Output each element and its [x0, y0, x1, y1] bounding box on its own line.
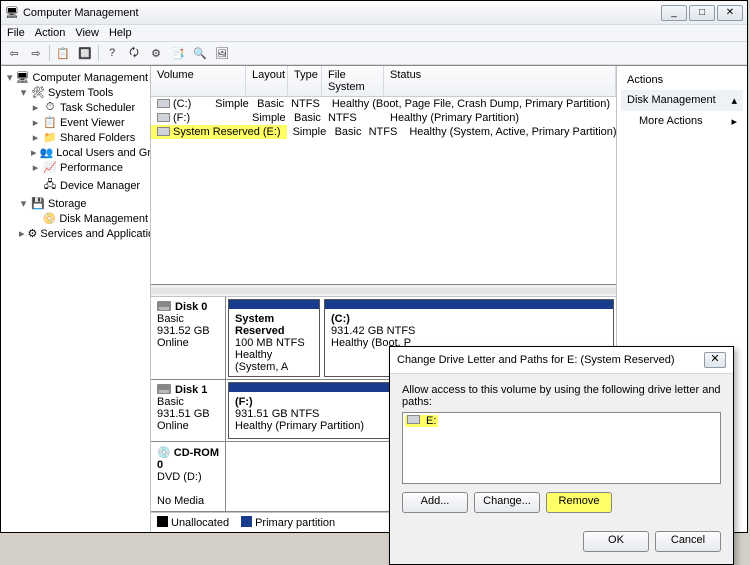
drive-letter-listbox[interactable]: E: [402, 412, 721, 484]
tree-root[interactable]: ▾🖥Computer Management (Local [5, 70, 148, 85]
tree-local-users[interactable]: ▸👥Local Users and Groups [29, 145, 148, 160]
titlebar: 🖥 Computer Management _ □ ✕ [1, 1, 747, 25]
up-icon[interactable]: 📋 [54, 44, 72, 62]
disk-info[interactable]: 💿 CD-ROM 0 DVD (D:)No Media [151, 442, 226, 511]
cancel-button[interactable]: Cancel [655, 531, 721, 552]
volume-list: Volume Layout Type File System Status (C… [151, 66, 616, 284]
actions-disk-management[interactable]: Disk Management▴ [621, 90, 743, 111]
menubar: File Action View Help [1, 25, 747, 42]
minimize-button[interactable]: _ [661, 5, 687, 21]
partition-system-reserved[interactable]: System Reserved100 MB NTFSHealthy (Syste… [228, 299, 320, 377]
cdrom-icon: 💿 [157, 447, 171, 459]
actions-more[interactable]: More Actions▸ [621, 111, 743, 132]
drive-icon [157, 99, 170, 108]
tree-performance[interactable]: ▸📈Performance [29, 160, 148, 175]
forward-icon[interactable]: ⇨ [27, 44, 45, 62]
window-title: Computer Management [19, 7, 661, 19]
add-button[interactable]: Add... [402, 492, 468, 513]
tree-services[interactable]: ▸⚙Services and Applications [17, 226, 148, 241]
menu-help[interactable]: Help [109, 27, 132, 39]
collapse-icon: ▴ [731, 94, 737, 107]
volume-row[interactable]: (C:) SimpleBasicNTFSHealthy (Boot, Page … [151, 97, 616, 111]
list-icon[interactable]: 📑 [169, 44, 187, 62]
menu-action[interactable]: Action [35, 27, 66, 39]
disk-info[interactable]: Disk 1 Basic931.51 GBOnline [151, 380, 226, 441]
nav-tree: ▾🖥Computer Management (Local ▾🛠System To… [1, 66, 151, 532]
dialog-close-button[interactable]: ✕ [704, 352, 726, 368]
col-status[interactable]: Status [384, 66, 616, 96]
col-type[interactable]: Type [288, 66, 322, 96]
volume-row[interactable]: (F:) SimpleBasicNTFSHealthy (Primary Par… [151, 111, 616, 125]
remove-button[interactable]: Remove [546, 492, 612, 513]
main-window: 🖥 Computer Management _ □ ✕ File Action … [0, 0, 748, 533]
disk-icon [157, 384, 171, 394]
scrollbar[interactable] [151, 285, 616, 297]
menu-file[interactable]: File [7, 27, 25, 39]
tree-event-viewer[interactable]: ▸📋Event Viewer [29, 115, 148, 130]
actions-header: Actions [621, 70, 743, 90]
col-volume[interactable]: Volume [151, 66, 246, 96]
col-layout[interactable]: Layout [246, 66, 288, 96]
help-icon[interactable]: ? [103, 44, 121, 62]
dialog-title: Change Drive Letter and Paths for E: (Sy… [397, 354, 704, 366]
settings-icon[interactable]: ⚙ [147, 44, 165, 62]
swatch-unallocated [157, 516, 168, 527]
tree-task-scheduler[interactable]: ▸⏱Task Scheduler [29, 100, 148, 115]
disk-icon [157, 301, 171, 311]
find-icon[interactable]: 🔍 [191, 44, 209, 62]
extra-icon[interactable]: 🖼 [213, 44, 231, 62]
dialog-label: Allow access to this volume by using the… [402, 384, 721, 408]
tree-storage[interactable]: ▾💾Storage [17, 196, 148, 211]
maximize-button[interactable]: □ [689, 5, 715, 21]
change-button[interactable]: Change... [474, 492, 540, 513]
app-icon: 🖥 [5, 6, 19, 19]
menu-view[interactable]: View [75, 27, 99, 39]
tree-disk-management[interactable]: 📀Disk Management [29, 211, 148, 226]
properties-icon[interactable]: 🔲 [76, 44, 94, 62]
volume-header: Volume Layout Type File System Status [151, 66, 616, 97]
change-drive-letter-dialog: Change Drive Letter and Paths for E: (Sy… [389, 346, 734, 565]
drive-icon [157, 127, 170, 136]
close-button[interactable]: ✕ [717, 5, 743, 21]
drive-icon [407, 415, 420, 424]
dialog-titlebar: Change Drive Letter and Paths for E: (Sy… [390, 347, 733, 374]
back-icon[interactable]: ⇦ [5, 44, 23, 62]
drive-icon [157, 113, 170, 122]
tree-shared-folders[interactable]: ▸📁Shared Folders [29, 130, 148, 145]
chevron-right-icon: ▸ [731, 115, 737, 128]
drive-letter-entry[interactable]: E: [405, 415, 438, 427]
refresh-icon[interactable]: 🗘 [125, 44, 143, 62]
col-filesystem[interactable]: File System [322, 66, 384, 96]
swatch-primary [241, 516, 252, 527]
volume-row-selected[interactable]: System Reserved (E:) SimpleBasicNTFSHeal… [151, 125, 616, 139]
tree-device-manager[interactable]: 🖧Device Manager [29, 175, 148, 196]
ok-button[interactable]: OK [583, 531, 649, 552]
toolbar: ⇦ ⇨ 📋 🔲 ? 🗘 ⚙ 📑 🔍 🖼 [1, 42, 747, 65]
tree-system-tools[interactable]: ▾🛠System Tools [17, 85, 148, 100]
disk-info[interactable]: Disk 0 Basic931.52 GBOnline [151, 297, 226, 379]
